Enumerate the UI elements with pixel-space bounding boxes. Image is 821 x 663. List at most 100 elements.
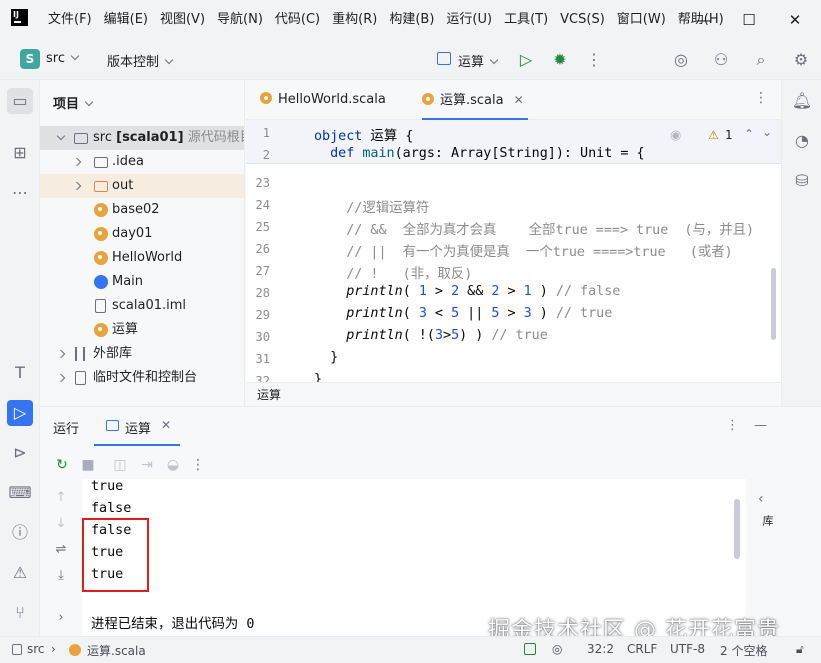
project-panel-title-text: 项目 (53, 97, 80, 112)
tree-item-out[interactable]: out (40, 174, 244, 198)
soft-wrap-icon[interactable]: ⇌ (52, 541, 70, 559)
warning-icon[interactable]: ⚠ (708, 128, 719, 142)
close-window-icon[interactable]: ✕ (780, 8, 810, 32)
expand-arrow-icon[interactable] (72, 157, 82, 167)
expand-arrow-icon[interactable] (72, 181, 82, 191)
collapse-arrow-icon[interactable]: ‹ (758, 491, 764, 507)
tree-item-external-libs[interactable]: 外部库 (40, 342, 244, 366)
rerun-icon[interactable]: ↻ (52, 455, 72, 475)
stop-icon[interactable]: ■ (78, 455, 98, 475)
settings-gear-icon[interactable]: ⚙ (790, 49, 812, 71)
tree-item-day01[interactable]: day01 (40, 222, 244, 246)
status-position[interactable]: 32:2 (587, 642, 614, 656)
console-scrollbar[interactable] (734, 499, 740, 559)
ai-assistant-icon[interactable]: ◎ (670, 49, 692, 71)
run-config-selector[interactable]: 运算 (458, 51, 499, 70)
lock-icon[interactable]: 🔓︎ (796, 642, 804, 657)
tree-item-idea[interactable]: .idea (40, 150, 244, 174)
status-indent[interactable]: 2 个空格 (720, 642, 767, 659)
menu-item[interactable]: 视图(V) (154, 10, 211, 30)
status-path-file[interactable]: 运算.scala (87, 642, 146, 659)
chevron-down-icon (164, 55, 174, 65)
more-options-icon[interactable]: ⋮ (726, 418, 739, 433)
intellij-logo-icon[interactable]: IJ (11, 9, 28, 26)
maximize-icon[interactable]: ☐ (734, 8, 764, 32)
tree-item-yunsuan[interactable]: 运算 (40, 318, 244, 342)
scroll-down-icon[interactable]: ↓ (52, 515, 70, 533)
search-icon[interactable]: ⌕ (750, 49, 772, 71)
screenshot-icon[interactable]: ◫ (110, 455, 130, 475)
expand-arrow-icon[interactable] (56, 349, 66, 359)
run-tool-icon[interactable]: ▷ (7, 400, 33, 426)
ai-chat-icon[interactable]: ◔ (789, 128, 815, 154)
menu-item[interactable]: 工具(T) (498, 10, 554, 30)
tree-item-label: src (93, 130, 112, 145)
next-highlight-icon[interactable]: ⌄ (762, 125, 772, 139)
run-icon[interactable]: ▷ (515, 49, 537, 71)
git-tool-icon[interactable]: ⑂ (7, 600, 33, 626)
more-actions-icon[interactable]: ⋮ (188, 455, 208, 475)
code-editor[interactable]: 1 object 运算 { 2 def main(args: Array[Str… (246, 120, 821, 382)
build-tool-icon[interactable]: T (7, 360, 33, 386)
project-selector[interactable]: src (46, 51, 80, 66)
more-tabs-icon[interactable]: ⋮ (754, 90, 768, 106)
hide-panel-icon[interactable]: — (754, 418, 767, 433)
close-tab-icon[interactable]: ✕ (161, 418, 171, 432)
breadcrumb-item[interactable]: 运算 (257, 386, 281, 403)
minimize-icon[interactable]: — (689, 8, 719, 32)
menu-item[interactable]: 代码(C) (269, 10, 326, 30)
status-path-root[interactable]: src (27, 642, 45, 656)
project-tool-icon[interactable]: ▭ (7, 88, 33, 114)
status-encoding[interactable]: UTF-8 (670, 642, 705, 656)
expand-arrow-icon[interactable]: › (52, 609, 70, 627)
tree-item-iml[interactable]: scala01.iml (40, 294, 244, 318)
structure-tool-icon[interactable]: ⊞ (7, 140, 33, 166)
side-label[interactable]: 库 (759, 515, 775, 526)
left-tool-strip: ▭ ⊞ ⋯ T ▷ ⊳ ⌨ ⓘ ⚠ ⑂ (0, 80, 40, 636)
menu-item[interactable]: 重构(R) (326, 10, 383, 30)
expand-arrow-icon[interactable] (56, 373, 66, 383)
tab-helloworld[interactable]: HelloWorld.scala (260, 80, 386, 120)
tree-item-src[interactable]: src [scala01] 源代码根目录 (40, 126, 244, 150)
warning-tool-icon[interactable]: ⚠ (7, 560, 33, 586)
status-line-separator[interactable]: CRLF (627, 642, 657, 656)
database-icon[interactable]: ⛁ (789, 168, 815, 194)
code-line: // ! (非，取反) (314, 267, 473, 282)
menu-item[interactable]: 文件(F) (42, 10, 98, 30)
tab-yunsuan[interactable]: 运算.scala ✕ (422, 80, 528, 120)
vcs-selector[interactable]: 版本控制 (107, 51, 174, 70)
prev-highlight-icon[interactable]: ⌃ (744, 127, 754, 141)
project-badge[interactable]: S (20, 49, 40, 69)
scroll-to-end-icon[interactable]: ⤓ (52, 567, 70, 585)
editor-scrollbar[interactable] (771, 268, 776, 340)
services-tool-icon[interactable]: ⊳ (7, 440, 33, 466)
import-icon[interactable]: ⇥ (137, 455, 157, 475)
menu-item[interactable]: 导航(N) (211, 10, 269, 30)
notifications-icon[interactable]: 🔔︎ (789, 88, 815, 114)
menu-item[interactable]: 运行(U) (440, 10, 498, 30)
ai-status-icon[interactable]: ◎ (552, 642, 562, 656)
run-tab-label[interactable]: 运算 (125, 418, 151, 437)
add-user-icon[interactable]: ⚇ (710, 49, 732, 71)
menu-item[interactable]: VCS(S) (554, 10, 611, 30)
tree-item-scratches[interactable]: 临时文件和控制台 (40, 366, 244, 390)
profiler-icon[interactable]: ◒ (163, 455, 183, 475)
menu-item[interactable]: 编辑(E) (98, 10, 154, 30)
more-tools-icon[interactable]: ⋯ (7, 180, 33, 206)
close-tab-icon[interactable]: ✕ (514, 93, 524, 107)
tree-item-hint: 源代码根目录 (187, 130, 244, 145)
tree-item-main[interactable]: Main (40, 270, 244, 294)
tree-item-helloworld[interactable]: HelloWorld (40, 246, 244, 270)
problems-tool-icon[interactable]: ⓘ (7, 520, 33, 546)
project-panel-title[interactable]: 项目 (53, 93, 94, 112)
terminal-tool-icon[interactable]: ⌨ (7, 480, 33, 506)
vcs-status-icon[interactable] (524, 643, 536, 655)
tree-item-base02[interactable]: base02 (40, 198, 244, 222)
menu-item[interactable]: 构建(B) (383, 10, 440, 30)
debug-icon[interactable]: ✹ (549, 49, 571, 71)
more-actions-icon[interactable]: ⋮ (583, 49, 605, 71)
menu-item[interactable]: 窗口(W) (611, 10, 672, 30)
scroll-up-icon[interactable]: ↑ (52, 489, 70, 507)
reader-mode-icon[interactable]: ◉ (670, 128, 681, 143)
expand-arrow-icon[interactable] (56, 131, 66, 141)
